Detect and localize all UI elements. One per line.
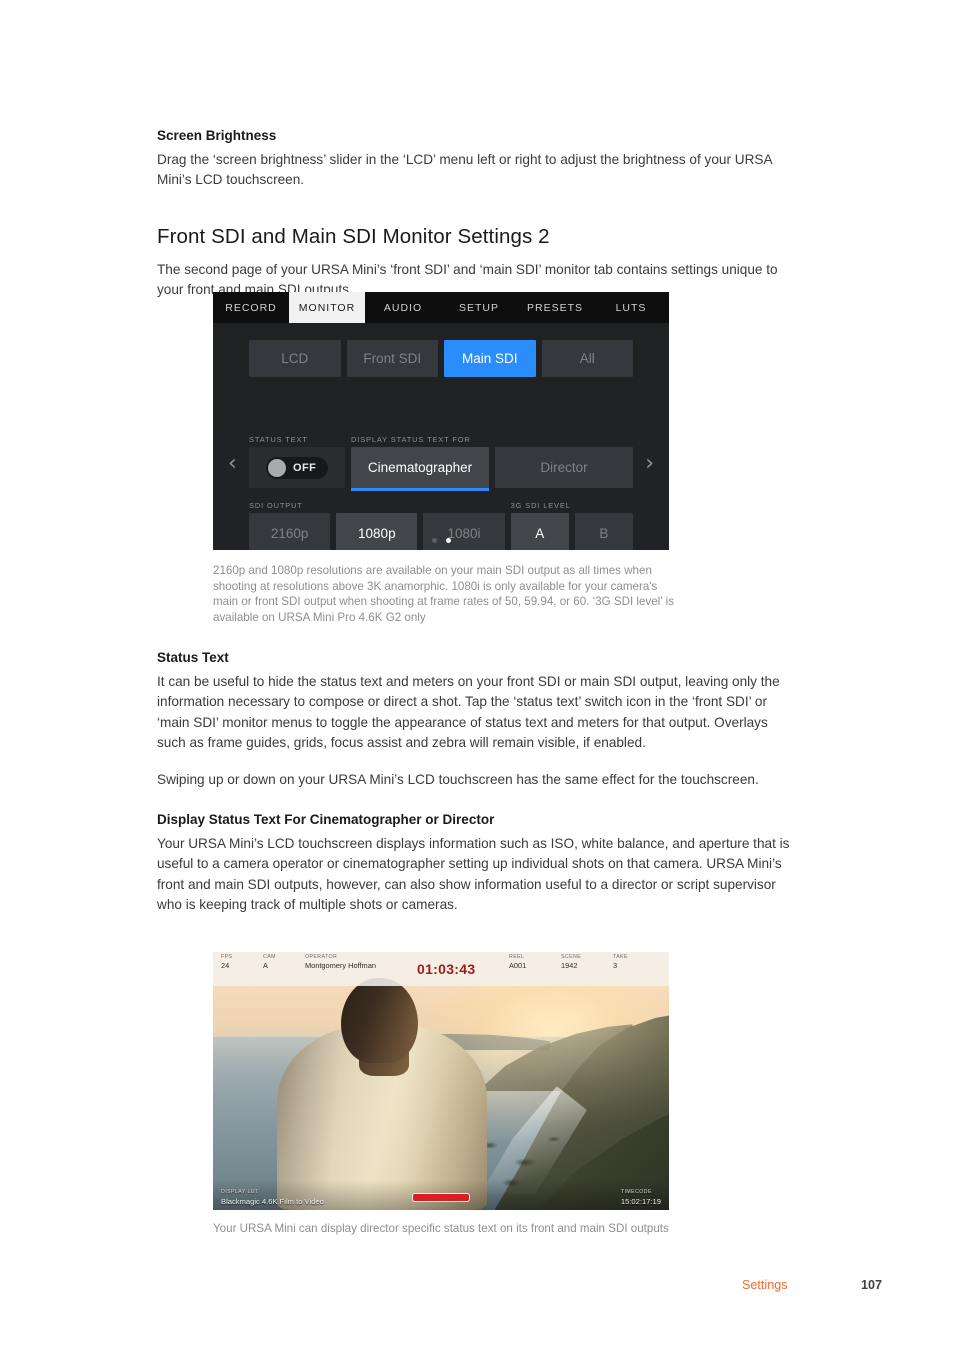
overlay-fps-label: FPS [221,954,233,960]
overlay-reel-value: A001 [509,961,527,971]
sdi-level-label: 3G SDI LEVEL [510,501,571,510]
paragraph-status-text-1: It can be useful to hide the status text… [157,674,780,751]
overlay-reel: REEL A001 [509,954,561,971]
status-text-group: STATUS TEXT OFF [249,435,345,488]
display-status-options: Cinematographer Director [351,447,633,491]
overlay-cam-value: A [263,961,268,971]
camera-menu-screenshot: RECORD MONITOR AUDIO SETUP PRESETS LUTS … [213,292,669,550]
output-button-main-sdi[interactable]: Main SDI [444,340,536,377]
menu-tab-bar: RECORD MONITOR AUDIO SETUP PRESETS LUTS [213,292,669,323]
option-2160p[interactable]: 2160p [249,513,331,550]
heading-screen-brightness: Screen Brightness [157,128,277,143]
overlay-scene-label: SCENE [561,954,582,960]
overlay-timecode-label: TIMECODE [620,1189,652,1196]
overlay-display-lut-label: DISPLAY LUT [221,1189,259,1196]
tab-presets[interactable]: PRESETS [517,292,593,323]
tab-audio[interactable]: AUDIO [365,292,441,323]
article-content-lower: Status Text It can be useful to hide the… [157,650,797,920]
tab-record[interactable]: RECORD [213,292,289,323]
display-status-text-for-label: DISPLAY STATUS TEXT FOR [351,435,471,444]
overlay-scene-value: 1942 [561,961,578,971]
paragraph-status-text-2: Swiping up or down on your URSA Mini’s L… [157,771,759,787]
status-text-toggle-tile[interactable]: OFF [249,447,345,488]
display-status-text-for-group: DISPLAY STATUS TEXT FOR Cinematographer … [351,435,633,491]
sdi-output-label: SDI OUTPUT [249,501,303,510]
toggle-state-label: OFF [293,461,317,474]
overlay-timecode-value: 15:02:17:19 [620,1196,661,1206]
settings-row-top: STATUS TEXT OFF DISPLAY STATUS TEXT FOR … [213,431,669,491]
figure-caption-director-photo: Your URSA Mini can display director spec… [213,1222,669,1235]
status-overlay-bottom: DISPLAY LUT Blackmagic 4.6K Film to Vide… [213,1180,669,1210]
heading-status-text: Status Text [157,650,229,665]
figure-caption-sdi-menu: 2160p and 1080p resolutions are availabl… [213,564,675,624]
toggle-knob [268,458,286,477]
document-page: Screen Brightness Drag the ‘screen brigh… [0,0,954,1350]
output-selector-row: LCD Front SDI Main SDI All [213,323,669,377]
article-content: Screen Brightness Drag the ‘screen brigh… [157,128,797,305]
overlay-operator-label: OPERATOR [305,954,338,960]
option-level-a[interactable]: A [510,513,569,550]
status-text-toggle[interactable]: OFF [266,456,328,479]
output-button-lcd[interactable]: LCD [249,340,341,377]
tab-luts[interactable]: LUTS [593,292,669,323]
overlay-display-lut-value: Blackmagic 4.6K Film to Video [221,1196,324,1206]
sdi-output-options: 2160p 1080p 1080i [249,513,505,550]
settings-panel: ‹ › STATUS TEXT OFF DISPLAY STATUS TEXT … [213,431,669,550]
paragraph-screen-brightness: Drag the ‘screen brightness’ slider in t… [157,152,772,188]
overlay-bottom-timecode: TIMECODE 15:02:17:19 [621,1190,661,1206]
sdi-level-options: A B [510,513,633,550]
status-text-group-label: STATUS TEXT [249,435,308,444]
overlay-fps-value: 24 [221,961,230,971]
previous-page-chevron-icon[interactable]: ‹ [228,453,237,475]
option-1080i[interactable]: 1080i [423,513,505,550]
paragraph-display-status-text: Your URSA Mini’s LCD touchscreen display… [157,836,790,913]
overlay-cam-label: CAM [263,954,276,960]
footer-page-number: 107 [861,1278,883,1292]
overlay-fps: FPS 24 [221,954,263,971]
next-page-chevron-icon[interactable]: › [645,453,654,475]
overlay-take: TAKE 3 [613,954,653,971]
option-1080p[interactable]: 1080p [336,513,418,550]
status-overlay-top: FPS 24 CAM A OPERATOR Montgomery Hoffman… [213,952,669,986]
tab-monitor[interactable]: MONITOR [289,292,365,323]
pagination-dots [213,538,669,543]
overlay-take-value: 3 [613,961,618,971]
pagination-dot-2[interactable] [445,538,451,543]
heading-display-status-text: Display Status Text For Cinematographer … [157,812,495,828]
overlay-operator-value: Montgomery Hoffman [305,961,376,971]
heading-sdi-monitor-settings: Front SDI and Main SDI Monitor Settings … [157,224,550,248]
overlay-main-timecode: 01:03:43 [417,961,476,977]
output-button-front-sdi[interactable]: Front SDI [346,340,438,377]
overlay-scene: SCENE 1942 [561,954,613,971]
option-director[interactable]: Director [495,447,633,488]
overlay-reel-label: REEL [509,954,525,960]
footer-section-label: Settings [742,1278,788,1292]
option-cinematographer[interactable]: Cinematographer [351,447,489,491]
output-button-all[interactable]: All [541,340,633,377]
tab-setup[interactable]: SETUP [441,292,517,323]
overlay-operator: OPERATOR Montgomery Hoffman [305,954,417,971]
record-indicator-bar [412,1193,470,1202]
director-status-text-photo: FPS 24 CAM A OPERATOR Montgomery Hoffman… [213,952,669,1210]
overlay-display-lut: DISPLAY LUT Blackmagic 4.6K Film to Vide… [221,1190,324,1206]
person-head [340,977,419,1063]
overlay-take-label: TAKE [613,954,628,960]
option-level-b[interactable]: B [574,513,633,550]
overlay-cam: CAM A [263,954,305,971]
pagination-dot-1[interactable] [431,538,437,543]
menu-body: LCD Front SDI Main SDI All ‹ › STATUS TE… [213,323,669,550]
